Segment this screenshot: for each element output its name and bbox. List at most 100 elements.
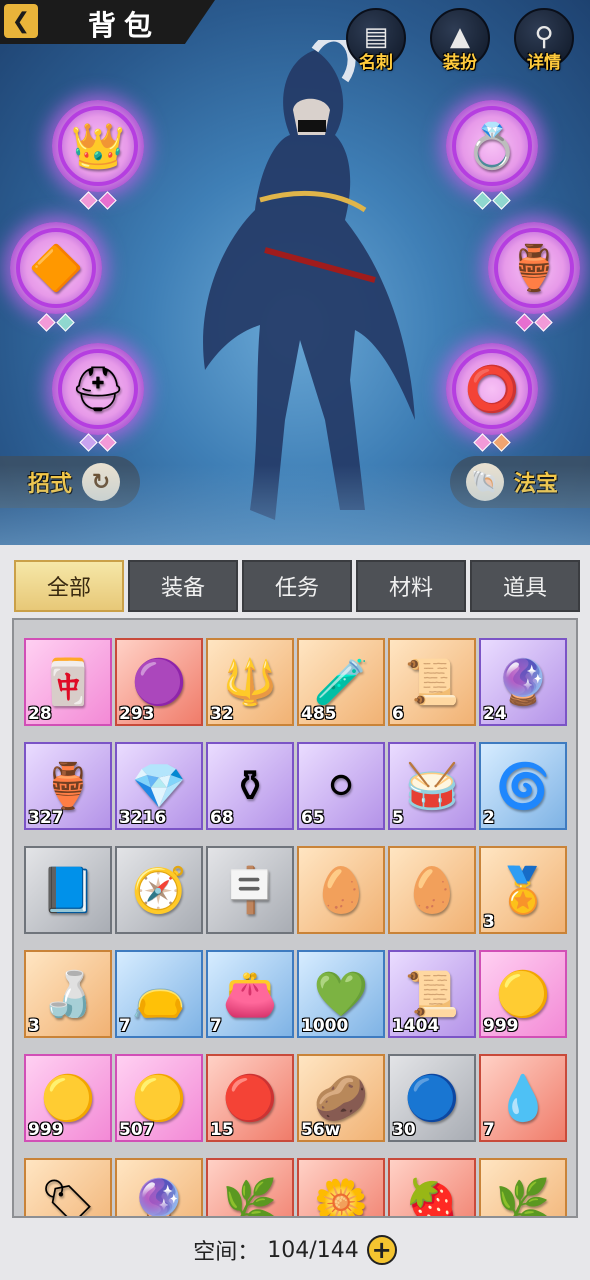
- inventory-item[interactable]: 🥚: [388, 846, 476, 934]
- inventory-item[interactable]: 🏺 327: [24, 742, 112, 830]
- item-quantity: 2: [483, 808, 495, 828]
- inventory-item[interactable]: 📜 1404: [388, 950, 476, 1038]
- equip-slot-helm[interactable]: ⛑: [52, 343, 144, 435]
- scroll-icon: 📜: [404, 969, 460, 1020]
- character-panel: ❮ 背包 ▤ 名刺 ▲ 装扮 ⚲ 详情 👑 🔶 ⛑ 💍 🏺 ⭕ 招式 ↻ 🐚 法…: [0, 0, 590, 545]
- tab-quest[interactable]: 任务: [242, 560, 352, 612]
- inventory-item[interactable]: 👛 7: [206, 950, 294, 1038]
- inventory-item[interactable]: ⚪ 65: [297, 742, 385, 830]
- details-button[interactable]: ⚲ 详情: [511, 8, 577, 78]
- fire-fruit-icon: 🍓: [404, 1177, 460, 1218]
- inventory-item[interactable]: 🔮 24: [479, 638, 567, 726]
- tab-equipment[interactable]: 装备: [128, 560, 238, 612]
- expand-capacity-button[interactable]: +: [366, 1235, 397, 1265]
- inventory-item[interactable]: 🔮: [115, 1158, 203, 1216]
- tab-materials[interactable]: 材料: [356, 560, 466, 612]
- dark-orb-icon: 🟣: [131, 657, 187, 708]
- inventory-item[interactable]: 🟡 999: [24, 1054, 112, 1142]
- item-quantity: 7: [483, 1120, 495, 1140]
- inventory-item[interactable]: 🍶 3: [24, 950, 112, 1038]
- green-gourd-icon: 🍶: [40, 969, 96, 1020]
- equip-slot-ring[interactable]: 💍: [446, 100, 538, 192]
- red-orb-icon: 🔴: [222, 1073, 278, 1124]
- inventory-item[interactable]: 📜 6: [388, 638, 476, 726]
- inventory-item[interactable]: 🍓: [388, 1158, 476, 1218]
- inventory-item[interactable]: 🥚: [297, 846, 385, 934]
- item-quantity: 507: [119, 1120, 155, 1140]
- talisman-icon: 📜: [404, 657, 460, 708]
- inventory-item[interactable]: 🧭: [115, 846, 203, 934]
- inventory-item[interactable]: 🔱 32: [206, 638, 294, 726]
- tab-props[interactable]: 道具: [470, 560, 580, 612]
- inventory-item[interactable]: 🪧: [206, 846, 294, 934]
- incense-burner-icon: ⚱: [231, 760, 269, 812]
- blue-crystal-icon: 💎: [131, 761, 187, 812]
- item-quantity: 6: [392, 704, 404, 724]
- slot-gems: [514, 313, 554, 332]
- skills-label: 招式: [28, 472, 73, 497]
- slot-gems: [78, 433, 118, 452]
- inventory-item[interactable]: 💎 3216: [115, 742, 203, 830]
- inventory-item[interactable]: 🔴 15: [206, 1054, 294, 1142]
- tab-all[interactable]: 全部: [14, 560, 124, 612]
- item-quantity: 327: [28, 808, 64, 828]
- inventory-item[interactable]: 🟡 999: [479, 950, 567, 1038]
- red-tag-icon: 🏷: [40, 1177, 96, 1218]
- inventory-item[interactable]: 🌿: [479, 1158, 567, 1218]
- inventory-item[interactable]: 👝 7: [115, 950, 203, 1038]
- equip-slot-gourd[interactable]: 🏺: [488, 222, 580, 314]
- inventory-item[interactable]: ⚱ 68: [206, 742, 294, 830]
- character-figure: [203, 40, 415, 520]
- equip-slot-band[interactable]: ⭕: [446, 343, 538, 435]
- herb-sprout-icon: 🌿: [495, 1177, 551, 1218]
- costume-label: 装扮: [443, 53, 477, 73]
- item-quantity: 65: [301, 808, 325, 828]
- gold-drop-icon: 💧: [495, 1073, 551, 1124]
- inventory-grid[interactable]: 🀄 28 🟣 293 🔱 32 🧪 485 📜 6 🔮 24 🏺 327 💎 3216 ⚱ 68 ⚪ 65 🥁 5 🌀 2 📘 🧭…: [12, 618, 578, 1218]
- inventory-item[interactable]: 🔵 30: [388, 1054, 476, 1142]
- white-pearl-icon: ⚪: [322, 760, 360, 812]
- equip-slot-head[interactable]: 👑: [52, 100, 144, 192]
- inventory-item[interactable]: 🏷: [24, 1158, 112, 1218]
- costume-button[interactable]: ▲ 装扮: [427, 8, 493, 78]
- equip-slot-armor[interactable]: 🔶: [10, 222, 102, 314]
- skills-button[interactable]: 招式 ↻: [0, 456, 140, 508]
- inventory-item[interactable]: 💧 7: [479, 1054, 567, 1142]
- amulet-icon: 🔶: [28, 243, 84, 294]
- porcelain-vase-icon: 🏺: [40, 761, 96, 812]
- inventory-item[interactable]: 🌼: [297, 1158, 385, 1216]
- gold-nugget-icon: 🥔: [313, 1073, 369, 1124]
- slot-gems: [472, 191, 512, 210]
- inventory-item[interactable]: 🏅 3: [479, 846, 567, 934]
- teal-sphere-icon: 🔵: [404, 1073, 460, 1124]
- inventory-item[interactable]: 🥔 56w: [297, 1054, 385, 1142]
- inventory-item[interactable]: 🌀 2: [479, 742, 567, 830]
- helmet-icon: 👑: [70, 121, 126, 172]
- inventory-item[interactable]: 🌿: [206, 1158, 294, 1218]
- gourd-icon: 🏺: [506, 243, 562, 294]
- inventory-item[interactable]: 🧪 485: [297, 638, 385, 726]
- plus-icon: +: [371, 1236, 392, 1264]
- name-card-label: 名刺: [359, 53, 393, 73]
- golden-orb-icon: 🟡: [131, 1073, 187, 1124]
- herb-sprout-icon: 🌿: [222, 1177, 278, 1218]
- inventory-item[interactable]: 🀄 28: [24, 638, 112, 726]
- name-card-button[interactable]: ▤ 名刺: [343, 8, 409, 78]
- inventory-item[interactable]: 🥁 5: [388, 742, 476, 830]
- slot-gems: [472, 433, 512, 452]
- conch-icon: 🐚: [466, 463, 504, 501]
- bracelet-icon: ⭕: [464, 364, 520, 415]
- inventory-item[interactable]: 💚 1000: [297, 950, 385, 1038]
- inventory-item[interactable]: 📘: [24, 846, 112, 934]
- item-quantity: 1404: [392, 1016, 440, 1036]
- chevron-left-icon: ❮: [11, 8, 31, 34]
- book-icon: 📘: [40, 865, 96, 916]
- item-quantity: 485: [301, 704, 337, 724]
- inventory-item[interactable]: 🟣 293: [115, 638, 203, 726]
- back-button[interactable]: ❮: [4, 4, 38, 38]
- details-label: 详情: [527, 53, 561, 73]
- treasure-button[interactable]: 🐚 法宝: [450, 456, 590, 508]
- golden-orb-icon: 🟡: [495, 969, 551, 1020]
- inventory-item[interactable]: 🟡 507: [115, 1054, 203, 1142]
- emerald-gem-icon: 💚: [313, 969, 369, 1020]
